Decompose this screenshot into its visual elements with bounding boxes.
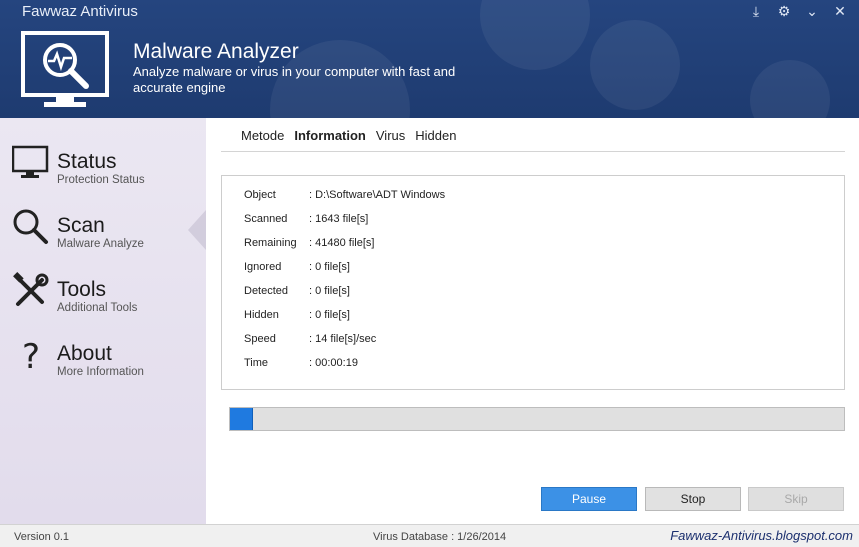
info-value: : 14 file[s]/sec	[309, 333, 377, 345]
info-label: Hidden	[244, 309, 279, 321]
sidebar-item-label: Tools	[57, 278, 107, 301]
info-value: : 1643 file[s]	[309, 213, 369, 225]
monitor-icon	[12, 145, 49, 178]
main-panel: Metode Information Virus Hidden Object :…	[206, 118, 859, 524]
header-banner: Fawwaz Antivirus ⤓ ⚙ ⌄ ✕ Malware Analyze…	[0, 0, 859, 118]
sidebar-item-status[interactable]: Status Protection Status	[0, 140, 206, 196]
window-controls: ⤓ ⚙ ⌄ ✕	[747, 2, 849, 20]
info-value: : D:\Software\ADT Windows	[309, 189, 446, 201]
info-label: Object	[244, 189, 276, 201]
gear-icon[interactable]: ⚙	[775, 2, 793, 20]
minimize-icon[interactable]: ⌄	[803, 2, 821, 20]
page-subtitle: Analyze malware or virus in your compute…	[133, 64, 456, 95]
sidebar-item-sublabel: Additional Tools	[57, 302, 138, 314]
app-title: Fawwaz Antivirus	[22, 3, 138, 20]
sidebar: Status Protection Status Scan Malware An…	[0, 118, 206, 524]
magnifier-icon	[13, 209, 48, 244]
monitor-magnifier-icon	[21, 31, 109, 107]
progress-fill	[230, 408, 254, 430]
tab-information[interactable]: Information	[294, 128, 366, 143]
sidebar-item-about[interactable]: ? About More Information	[0, 332, 206, 388]
scan-info-panel: Object : D:\Software\ADT Windows Scanned…	[221, 175, 845, 390]
skip-button[interactable]: Skip	[748, 487, 844, 511]
question-icon: ?	[22, 337, 40, 374]
status-bar: Version 0.1 Virus Database : 1/26/2014 F…	[0, 524, 859, 547]
info-label: Speed	[244, 333, 276, 345]
svg-text:?: ?	[22, 337, 40, 374]
sidebar-item-sublabel: Malware Analyze	[57, 238, 144, 250]
download-icon[interactable]: ⤓	[747, 2, 765, 20]
sidebar-item-label: Status	[57, 150, 117, 173]
info-value: : 41480 file[s]	[309, 237, 375, 249]
info-value: : 0 file[s]	[309, 309, 350, 321]
website-link[interactable]: Fawwaz-Antivirus.blogspot.com	[670, 528, 853, 543]
sidebar-item-sublabel: More Information	[57, 366, 144, 378]
info-label: Detected	[244, 285, 289, 297]
info-label: Time	[244, 357, 269, 369]
version-label: Version 0.1	[14, 531, 70, 543]
tab-divider	[221, 151, 845, 152]
sidebar-item-sublabel: Protection Status	[57, 174, 145, 186]
tab-virus[interactable]: Virus	[376, 128, 405, 143]
close-icon[interactable]: ✕	[831, 2, 849, 20]
sidebar-item-scan[interactable]: Scan Malware Analyze	[0, 204, 206, 260]
stop-button[interactable]: Stop	[645, 487, 741, 511]
info-label: Scanned	[244, 213, 288, 225]
sidebar-item-label: About	[57, 342, 112, 365]
info-value: : 0 file[s]	[309, 261, 350, 273]
tools-icon	[13, 272, 49, 306]
tab-hidden[interactable]: Hidden	[415, 128, 456, 143]
sidebar-item-label: Scan	[57, 214, 105, 237]
virus-database-label: Virus Database : 1/26/2014	[373, 531, 507, 543]
tab-metode[interactable]: Metode	[241, 128, 284, 143]
tab-bar: Metode Information Virus Hidden	[241, 128, 456, 143]
pause-button[interactable]: Pause	[541, 487, 637, 511]
info-value: : 0 file[s]	[309, 285, 350, 297]
info-label: Ignored	[244, 261, 282, 273]
page-title: Malware Analyzer	[133, 40, 299, 63]
sidebar-item-tools[interactable]: Tools Additional Tools	[0, 268, 206, 324]
info-label: Remaining	[244, 237, 297, 249]
info-value: : 00:00:19	[309, 357, 358, 369]
scan-progress-bar	[229, 407, 845, 431]
active-indicator	[188, 210, 206, 250]
